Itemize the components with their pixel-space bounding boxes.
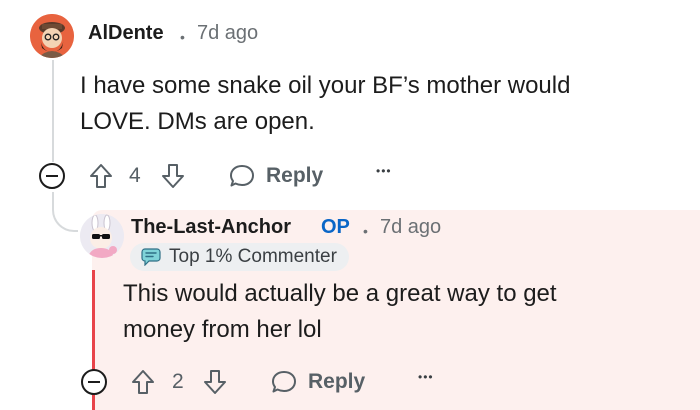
downvote-button[interactable]	[160, 162, 186, 190]
reply-body-line-2: money from her lol	[123, 316, 322, 343]
thread-line	[52, 60, 54, 162]
reply-timestamp[interactable]: 7d ago	[380, 216, 441, 239]
comment-timestamp[interactable]: 7d ago	[197, 22, 258, 45]
upvote-arrow-icon	[90, 164, 112, 188]
reply-more-options-button[interactable]: •••	[418, 370, 434, 384]
reply-avatar[interactable]	[80, 214, 124, 258]
commenter-badge-icon	[141, 248, 161, 266]
reply-username[interactable]: The-Last-Anchor	[131, 216, 291, 239]
top-commenter-badge: Top 1% Commenter	[130, 243, 349, 271]
reply-avatar-image-icon	[80, 214, 124, 258]
comment-body-line-1: I have some snake oil your BF’s mother w…	[80, 72, 571, 99]
reply-upvote-button[interactable]	[130, 368, 156, 396]
separator-dot: •	[180, 29, 185, 45]
op-label: OP	[321, 216, 350, 238]
downvote-arrow-icon	[162, 164, 184, 188]
reply-vote-count: 2	[172, 370, 184, 393]
collapse-reply-button[interactable]	[81, 369, 107, 395]
separator-dot: •	[363, 223, 368, 239]
more-options-button[interactable]: •••	[376, 164, 392, 178]
avatar[interactable]	[30, 14, 74, 58]
upvote-button[interactable]	[88, 162, 114, 190]
reply-reply-button[interactable]: Reply	[270, 368, 365, 396]
reply-downvote-button[interactable]	[202, 368, 228, 396]
upvote-arrow-icon	[132, 370, 154, 394]
comment-body-line-2: LOVE. DMs are open.	[80, 108, 315, 135]
vote-count: 4	[129, 164, 141, 187]
avatar-image-icon	[30, 14, 74, 58]
thread-elbow	[52, 192, 78, 232]
collapse-thread-button[interactable]	[39, 163, 65, 189]
comment-username[interactable]: AlDente	[88, 22, 164, 45]
reply-label: Reply	[308, 370, 366, 393]
badge-label: Top 1% Commenter	[169, 246, 337, 267]
reply-body-line-1: This would actually be a great way to ge…	[123, 280, 557, 307]
reply-label: Reply	[266, 164, 324, 187]
speech-bubble-icon	[272, 371, 296, 393]
reply-button[interactable]: Reply	[228, 162, 323, 190]
downvote-arrow-icon	[204, 370, 226, 394]
speech-bubble-icon	[230, 165, 254, 187]
